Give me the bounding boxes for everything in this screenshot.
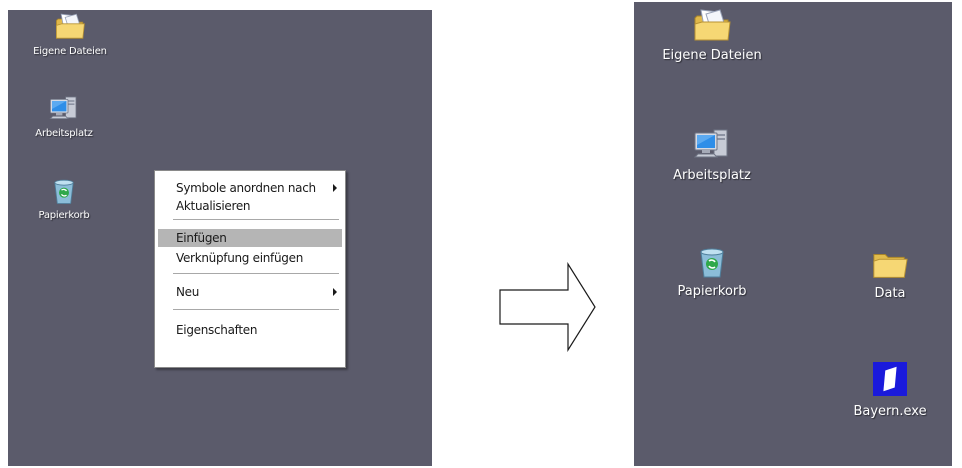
menu-item-properties[interactable]: Eigenschaften bbox=[158, 321, 342, 339]
desktop-icon-data-folder[interactable]: Data bbox=[854, 246, 926, 301]
desktop-icon-my-computer[interactable]: Arbeitsplatz bbox=[10, 94, 118, 139]
menu-item-label: Symbole anordnen nach bbox=[176, 181, 316, 195]
desktop-icon-label: Data bbox=[874, 286, 906, 301]
menu-separator bbox=[173, 309, 339, 311]
menu-item-refresh[interactable]: Aktualisieren bbox=[158, 197, 342, 215]
submenu-arrow-icon bbox=[333, 288, 337, 296]
menu-item-new[interactable]: Neu bbox=[158, 283, 342, 301]
desktop-icon-label: Arbeitsplatz bbox=[35, 128, 93, 139]
my-documents-icon bbox=[54, 12, 86, 42]
desktop-icon-label: Arbeitsplatz bbox=[673, 168, 751, 183]
desktop-icon-label: Papierkorb bbox=[677, 284, 747, 299]
desktop-icon-label: Bayern.exe bbox=[853, 404, 927, 419]
menu-item-label: Neu bbox=[176, 285, 200, 299]
desktop-icon-bayern-exe[interactable]: Bayern.exe bbox=[840, 362, 940, 419]
menu-item-paste-shortcut[interactable]: Verknüpfung einfügen bbox=[158, 249, 342, 267]
folder-icon bbox=[871, 246, 909, 282]
menu-separator bbox=[173, 219, 339, 221]
bayern-exe-icon bbox=[873, 362, 907, 396]
my-computer-icon bbox=[692, 126, 732, 164]
desktop-icon-label: Papierkorb bbox=[38, 210, 90, 221]
menu-item-arrange-icons[interactable]: Symbole anordnen nach bbox=[158, 179, 342, 197]
context-menu: Symbole anordnen nach Aktualisieren Einf… bbox=[154, 170, 346, 368]
menu-item-paste[interactable]: Einfügen bbox=[158, 229, 342, 247]
menu-separator bbox=[173, 273, 339, 275]
menu-item-label: Eigenschaften bbox=[176, 323, 258, 337]
desktop-icon-my-computer[interactable]: Arbeitsplatz bbox=[652, 126, 772, 183]
submenu-arrow-icon bbox=[333, 184, 337, 192]
menu-item-label: Verknüpfung einfügen bbox=[176, 251, 303, 265]
desktop-icon-label: Eigene Dateien bbox=[33, 46, 107, 57]
desktop-icon-label: Eigene Dateien bbox=[662, 48, 762, 63]
desktop-icon-my-documents[interactable]: Eigene Dateien bbox=[652, 8, 772, 63]
transition-arrow-icon bbox=[499, 262, 596, 352]
menu-item-label: Aktualisieren bbox=[176, 199, 251, 213]
recycle-bin-icon bbox=[49, 176, 79, 206]
desktop-before[interactable]: Eigene Dateien Arbeitsplatz Papierkorb S… bbox=[8, 10, 432, 466]
desktop-after[interactable]: Eigene Dateien Arbeitsplatz Papierkorb D… bbox=[634, 2, 952, 466]
desktop-icon-recycle-bin[interactable]: Papierkorb bbox=[10, 176, 118, 221]
my-computer-icon bbox=[48, 94, 80, 124]
desktop-icon-my-documents[interactable]: Eigene Dateien bbox=[10, 12, 130, 57]
my-documents-icon bbox=[692, 8, 732, 44]
recycle-bin-icon bbox=[694, 244, 730, 280]
desktop-icon-recycle-bin[interactable]: Papierkorb bbox=[652, 244, 772, 299]
menu-item-label: Einfügen bbox=[176, 231, 227, 245]
